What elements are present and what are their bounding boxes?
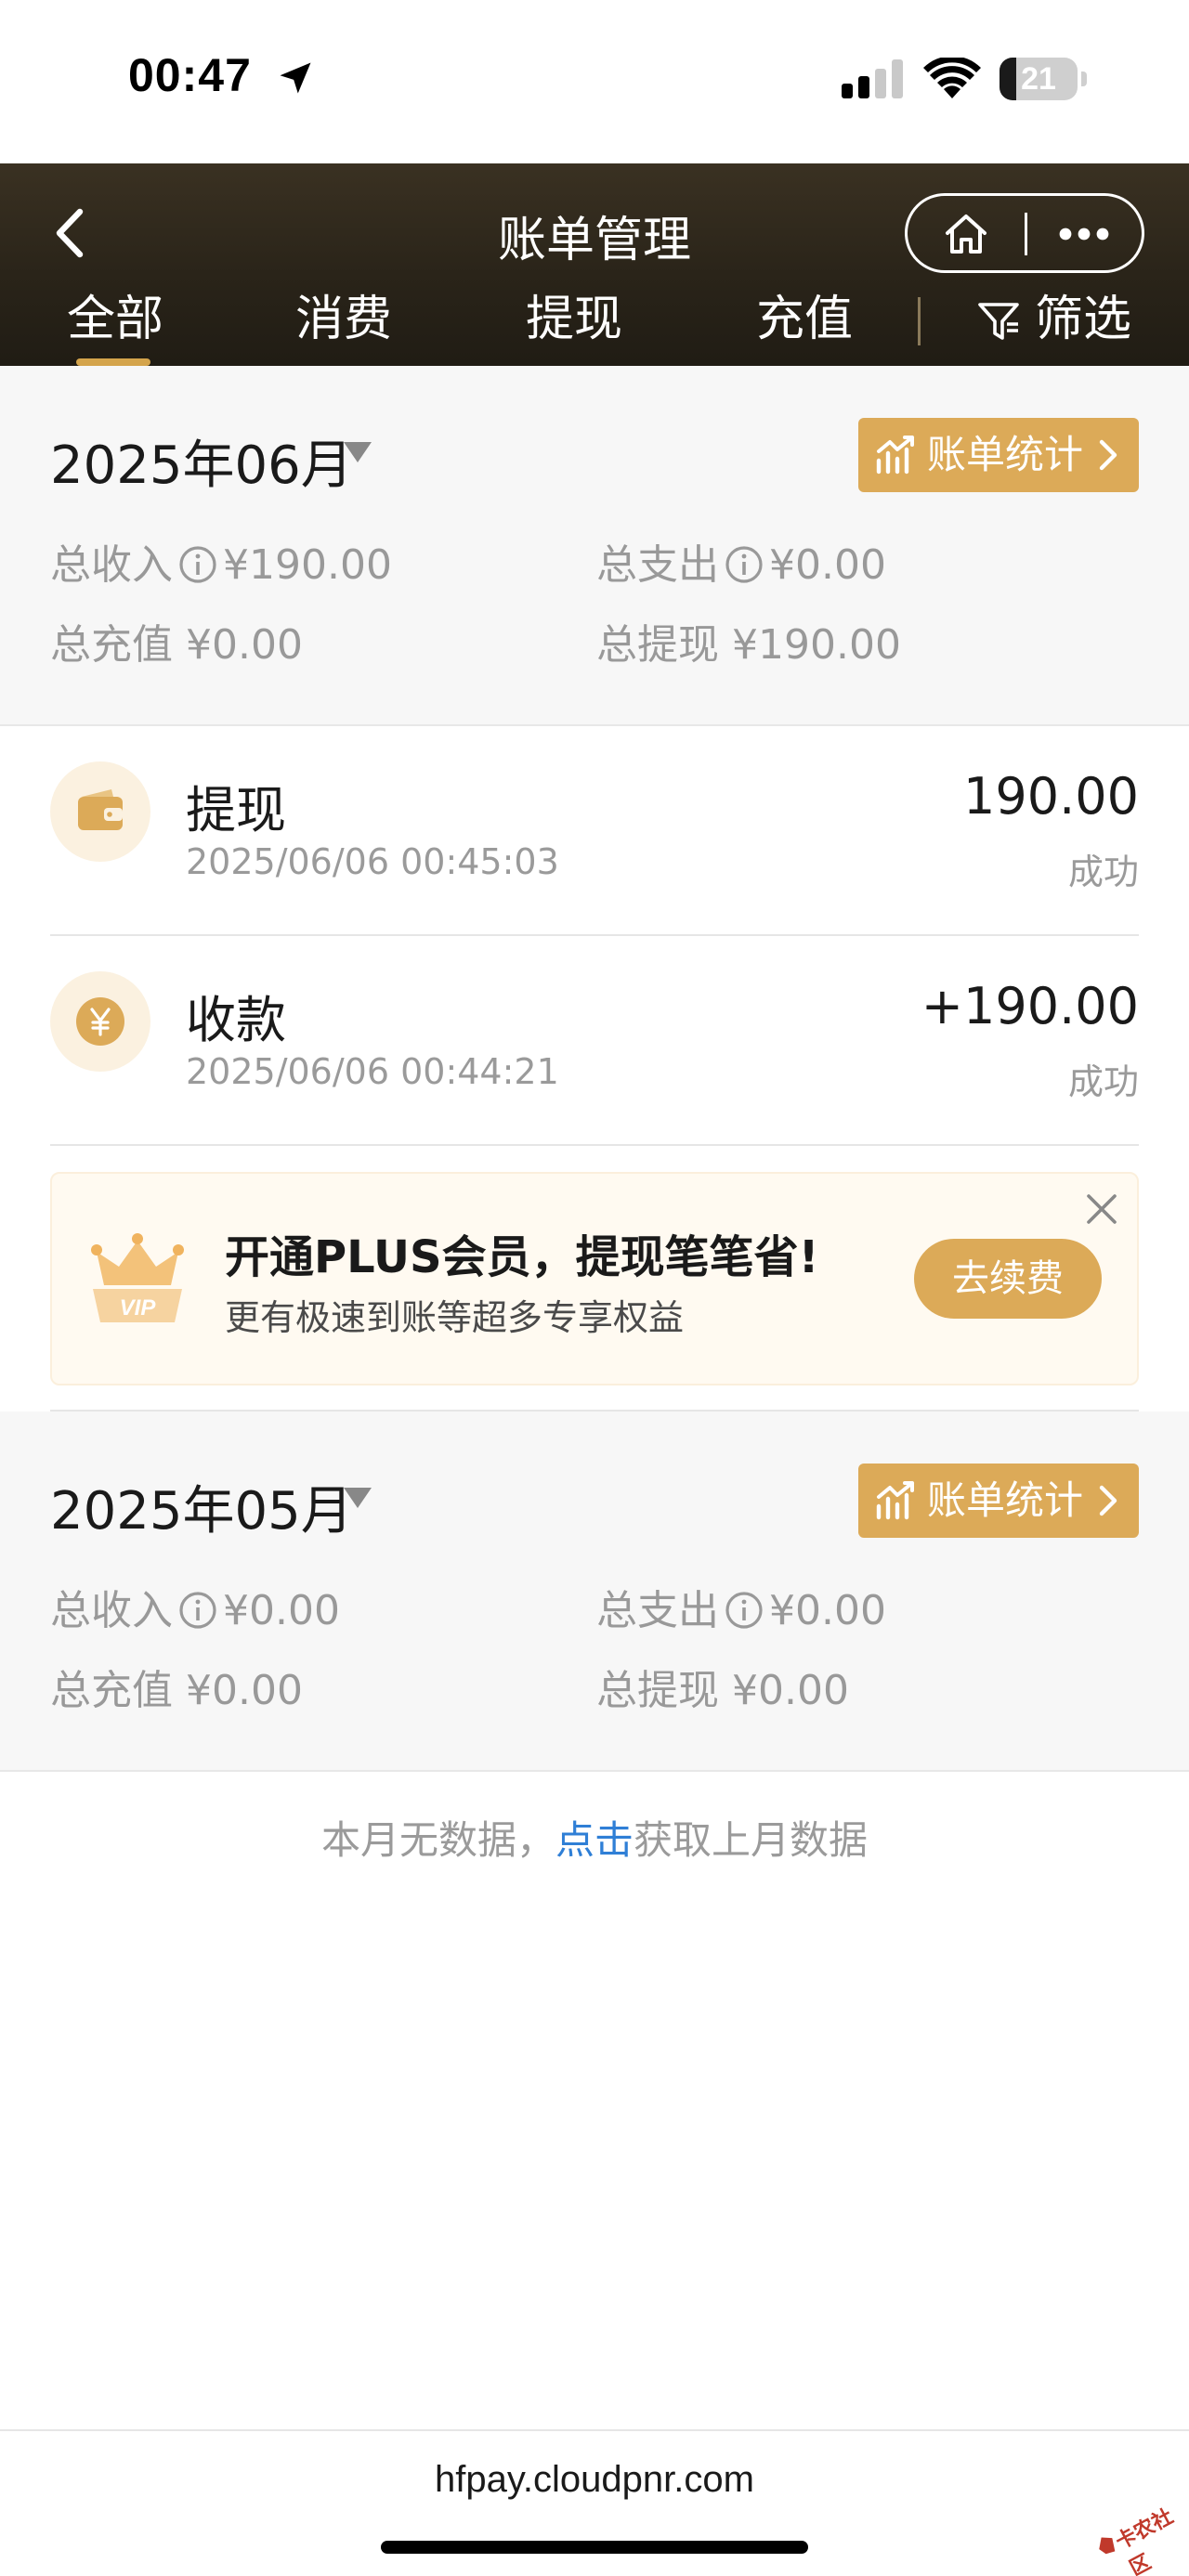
- total-income: 总收入 ¥190.00: [50, 541, 392, 589]
- chevron-right-icon: [1099, 1485, 1117, 1516]
- mini-program-capsule: [905, 193, 1144, 273]
- filter-icon[interactable]: [977, 301, 1020, 344]
- total-income: 总收入 ¥0.00: [50, 1587, 340, 1634]
- total-withdraw: 总提现 ¥190.00: [596, 621, 901, 669]
- total-recharge-value: ¥0.00: [186, 621, 303, 669]
- transaction-time: 2025/06/06 00:44:21: [186, 1051, 559, 1092]
- bill-stats-label: 账单统计: [927, 432, 1084, 477]
- back-arrow-icon[interactable]: [46, 204, 93, 262]
- yuan-coin-icon: [76, 997, 124, 1046]
- transaction-title: 收款: [186, 991, 286, 1049]
- total-income-value: ¥190.00: [223, 541, 392, 589]
- home-indicator[interactable]: [381, 2541, 808, 2554]
- caret-down-icon[interactable]: [344, 1488, 372, 1508]
- page-url[interactable]: hfpay.cloudpnr.com: [0, 2459, 1189, 2501]
- banner-subtitle: 更有极速到账等超多专享权益: [225, 1297, 685, 1338]
- total-expense-value: ¥0.00: [769, 1587, 886, 1634]
- info-icon[interactable]: [178, 545, 217, 584]
- wallet-icon: [78, 789, 123, 830]
- cellular-signal-icon: [842, 59, 903, 98]
- month-summary-june: 2025年06月 账单统计 总收入 ¥190.00 总支出 ¥0.00 总充值 ¥0…: [0, 366, 1189, 726]
- trend-chart-icon: [876, 1481, 914, 1520]
- transaction-status: 成功: [1067, 1061, 1139, 1102]
- tab-all[interactable]: 全部: [50, 282, 180, 357]
- bill-stats-button[interactable]: 账单统计: [858, 1464, 1139, 1538]
- plus-membership-banner[interactable]: VIP 开通PLUS会员，提现笔笔省! 更有极速到账等超多专享权益 去续费: [50, 1172, 1139, 1386]
- tab-separator: [918, 297, 921, 345]
- info-icon[interactable]: [725, 1591, 764, 1630]
- total-withdraw-value: ¥190.00: [732, 621, 901, 669]
- status-bar: 00:47 21: [0, 0, 1189, 163]
- load-previous-month-link[interactable]: 点击: [555, 1817, 634, 1863]
- month-title[interactable]: 2025年06月: [50, 423, 353, 499]
- total-withdraw: 总提现 ¥0.00: [596, 1667, 849, 1714]
- transaction-amount: +190.00: [921, 977, 1139, 1035]
- location-arrow-icon: [280, 62, 311, 94]
- total-recharge: 总充值 ¥0.00: [50, 1667, 303, 1714]
- status-time: 00:47: [128, 49, 252, 101]
- bill-stats-label: 账单统计: [927, 1477, 1084, 1523]
- month-summary-may: 2025年05月 账单统计 总收入 ¥0.00 总支出 ¥0.00 总充值 ¥0.0…: [0, 1412, 1189, 1772]
- renew-button[interactable]: 去续费: [914, 1239, 1102, 1319]
- tab-recharge[interactable]: 充值: [739, 282, 869, 357]
- browser-url-bar: hfpay.cloudpnr.com: [0, 2429, 1189, 2576]
- total-income-value: ¥0.00: [223, 1587, 340, 1634]
- caret-down-icon[interactable]: [344, 442, 372, 462]
- battery-indicator: 21: [1000, 58, 1087, 100]
- battery-level: 21: [1021, 61, 1056, 97]
- transaction-status: 成功: [1067, 852, 1139, 892]
- vip-badge-text: VIP: [120, 1295, 157, 1321]
- active-tab-indicator: [76, 358, 150, 366]
- vip-crown-icon: VIP: [91, 1233, 184, 1322]
- info-icon[interactable]: [725, 545, 764, 584]
- transaction-amount: 190.00: [963, 767, 1139, 826]
- transaction-time: 2025/06/06 00:45:03: [186, 841, 559, 882]
- transaction-row[interactable]: 提现 2025/06/06 00:45:03 190.00 成功: [50, 726, 1139, 936]
- app-header: 账单管理 全部 消费 提现 充值 筛选: [0, 163, 1189, 366]
- tab-withdraw[interactable]: 提现: [509, 282, 639, 357]
- tab-consumption[interactable]: 消费: [279, 282, 409, 357]
- transaction-title: 提现: [186, 781, 286, 839]
- filter-button[interactable]: 筛选: [1035, 282, 1131, 357]
- bill-stats-button[interactable]: 账单统计: [858, 418, 1139, 492]
- info-icon[interactable]: [178, 1591, 217, 1630]
- close-icon[interactable]: [1085, 1192, 1118, 1226]
- total-withdraw-value: ¥0.00: [732, 1667, 849, 1714]
- chevron-right-icon: [1099, 439, 1117, 471]
- transaction-row[interactable]: 收款 2025/06/06 00:44:21 +190.00 成功: [50, 936, 1139, 1146]
- empty-month-hint: 本月无数据，点击获取上月数据: [320, 1817, 869, 1863]
- total-expense: 总支出 ¥0.00: [596, 1587, 886, 1634]
- total-expense-value: ¥0.00: [769, 541, 886, 589]
- month-title[interactable]: 2025年05月: [50, 1469, 353, 1544]
- page-title: 账单管理: [497, 213, 691, 268]
- banner-title: 开通PLUS会员，提现笔笔省!: [225, 1231, 819, 1283]
- trend-chart-icon: [876, 436, 914, 475]
- home-icon[interactable]: [943, 213, 989, 255]
- total-recharge: 总充值 ¥0.00: [50, 621, 303, 669]
- more-dots-icon[interactable]: [1056, 213, 1112, 255]
- wifi-icon: [923, 58, 981, 98]
- total-expense: 总支出 ¥0.00: [596, 541, 886, 589]
- capsule-divider: [1025, 213, 1027, 255]
- total-recharge-value: ¥0.00: [186, 1667, 303, 1714]
